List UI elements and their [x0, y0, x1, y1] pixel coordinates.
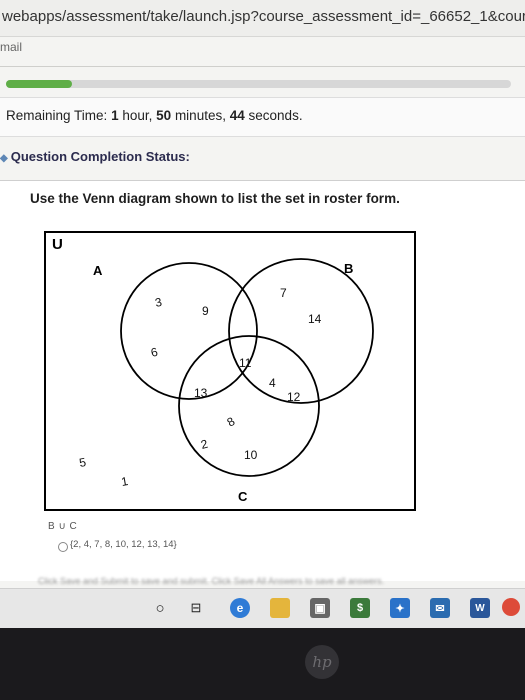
timer-hours: 1 [111, 108, 119, 123]
label-b: B [344, 261, 353, 276]
store-icon[interactable]: ▣ [310, 598, 330, 618]
venn-number: 1 [120, 474, 129, 489]
screen: webapps/assessment/take/launch.jsp?cours… [0, 0, 525, 628]
timer-seconds-unit: seconds. [248, 108, 303, 123]
venn-number: 13 [194, 386, 208, 400]
label-universe: U [52, 236, 63, 253]
answer-option-text[interactable]: {2, 4, 7, 8, 10, 12, 13, 14} [70, 539, 177, 550]
set-expression: B ∪ C [48, 521, 78, 532]
circle-a [120, 262, 258, 400]
venn-number: 3 [154, 295, 164, 310]
submit-instructions: Click Save and Submit to save and submit… [38, 576, 385, 586]
venn-diagram: U A B C 3 9 6 7 14 11 13 4 12 8 2 10 5 1 [44, 231, 416, 511]
timer-panel: Remaining Time: 1 hour, 50 minutes, 44 s… [0, 97, 525, 137]
mail-icon[interactable]: ✉ [430, 598, 450, 618]
label-c: C [238, 489, 248, 504]
search-icon[interactable]: ○ [150, 598, 170, 618]
bookmark-divider [0, 66, 525, 67]
chrome-icon[interactable] [502, 598, 520, 616]
question-panel: Use the Venn diagram shown to list the s… [0, 180, 525, 586]
venn-number: 12 [287, 390, 301, 404]
url-text[interactable]: webapps/assessment/take/launch.jsp?cours… [2, 8, 525, 25]
completion-status-toggle[interactable]: ◆ Question Completion Status: [0, 149, 190, 164]
question-text: Use the Venn diagram shown to list the s… [30, 191, 400, 206]
task-view-icon[interactable]: ⊟ [186, 598, 206, 618]
app-icon[interactable]: $ [350, 598, 370, 618]
label-a: A [93, 263, 103, 278]
completion-status-title: Question Completion Status: [10, 149, 190, 164]
hp-logo: hp [305, 645, 339, 679]
circle-b [228, 258, 374, 404]
word-icon[interactable]: W [470, 598, 490, 618]
edge-icon[interactable]: e [230, 598, 250, 618]
progress-bar [6, 80, 511, 88]
remaining-time: Remaining Time: 1 hour, 50 minutes, 44 s… [6, 108, 303, 123]
venn-number: 10 [244, 448, 258, 462]
venn-number: 9 [202, 304, 209, 318]
venn-number: 14 [308, 312, 322, 326]
venn-number: 5 [78, 455, 87, 470]
venn-number: 4 [269, 376, 276, 390]
windows-taskbar: ○ ⊟ e ▣ $ ✦ ✉ W [0, 588, 525, 628]
venn-number: 2 [199, 437, 209, 452]
dropbox-icon[interactable]: ✦ [390, 598, 410, 618]
expand-icon: ◆ [0, 153, 8, 164]
timer-seconds: 44 [229, 108, 245, 123]
address-bar[interactable]: webapps/assessment/take/launch.jsp?cours… [0, 0, 525, 37]
timer-hours-unit: hour, [122, 108, 153, 123]
timer-minutes: 50 [156, 108, 172, 123]
file-explorer-icon[interactable] [270, 598, 290, 618]
venn-number: 11 [239, 356, 252, 370]
venn-number: 7 [280, 286, 287, 300]
venn-number: 8 [225, 414, 238, 430]
answer-radio[interactable] [58, 542, 68, 552]
venn-number: 6 [149, 345, 159, 360]
progress-fill [6, 80, 72, 88]
timer-minutes-unit: minutes, [174, 108, 226, 123]
bookmark-mail[interactable]: mail [0, 40, 22, 54]
timer-label: Remaining Time: [6, 108, 108, 123]
